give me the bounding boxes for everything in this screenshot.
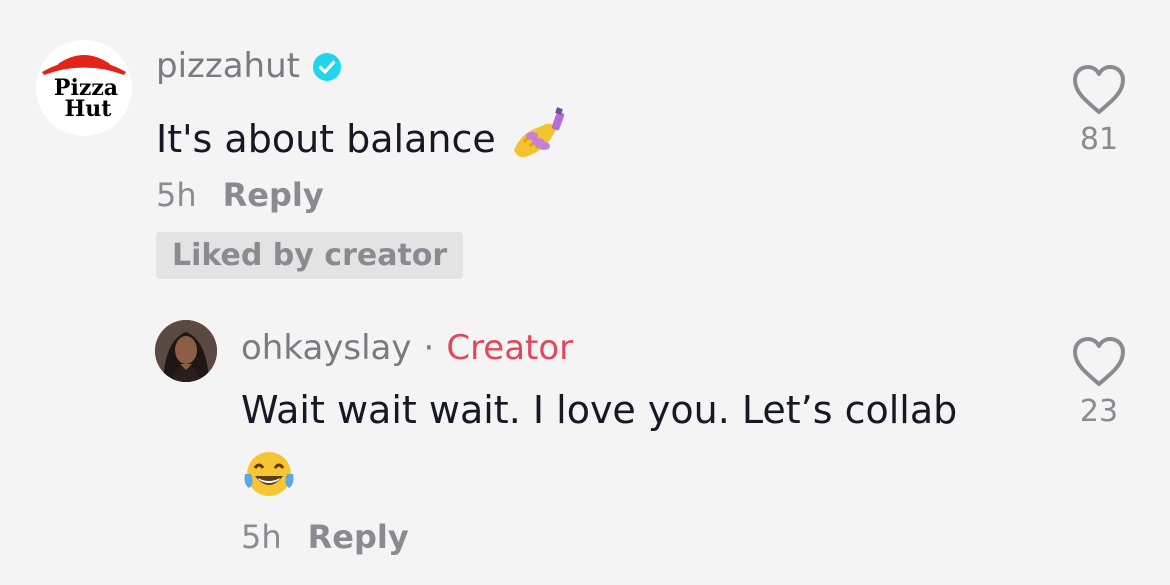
username-text[interactable]: pizzahut [156, 46, 300, 86]
avatar[interactable]: Pizza Hut [36, 40, 132, 136]
timestamp: 5h [241, 518, 282, 556]
comment-meta: 5h Reply [156, 176, 324, 214]
like-count: 23 [1079, 394, 1119, 429]
reply-button[interactable]: Reply [308, 518, 409, 556]
reply-username[interactable]: ohkayslay · Creator [241, 328, 573, 368]
username-text[interactable]: ohkayslay [241, 328, 412, 368]
comment-text: It's about balance [156, 106, 570, 171]
verified-icon [312, 51, 342, 81]
like-button[interactable]: 81 [1059, 64, 1139, 157]
svg-text:Hut: Hut [65, 96, 113, 122]
liked-by-creator-badge: Liked by creator [156, 232, 464, 279]
tears-of-joy-icon [241, 448, 297, 504]
reply-text: Wait wait wait. I love you. Let’s collab [241, 388, 957, 432]
creator-label: Creator [446, 328, 574, 368]
reply-button[interactable]: Reply [223, 176, 324, 214]
pizzahut-logo-icon: Pizza Hut [36, 40, 132, 136]
like-count: 81 [1079, 122, 1119, 157]
separator-dot: · [423, 328, 435, 368]
user-photo-icon [155, 320, 217, 382]
reply-text-content: Wait wait wait. I love you. Let’s collab [241, 388, 958, 432]
heart-icon[interactable] [1071, 336, 1127, 388]
avatar[interactable] [155, 320, 217, 382]
timestamp: 5h [156, 176, 197, 214]
comment-text-content: It's about balance [156, 116, 496, 161]
like-button[interactable]: 23 [1059, 336, 1139, 429]
heart-icon[interactable] [1071, 64, 1127, 116]
reply-meta: 5h Reply [241, 518, 409, 556]
nail-polish-icon [510, 106, 570, 171]
comment-username[interactable]: pizzahut [156, 46, 342, 86]
